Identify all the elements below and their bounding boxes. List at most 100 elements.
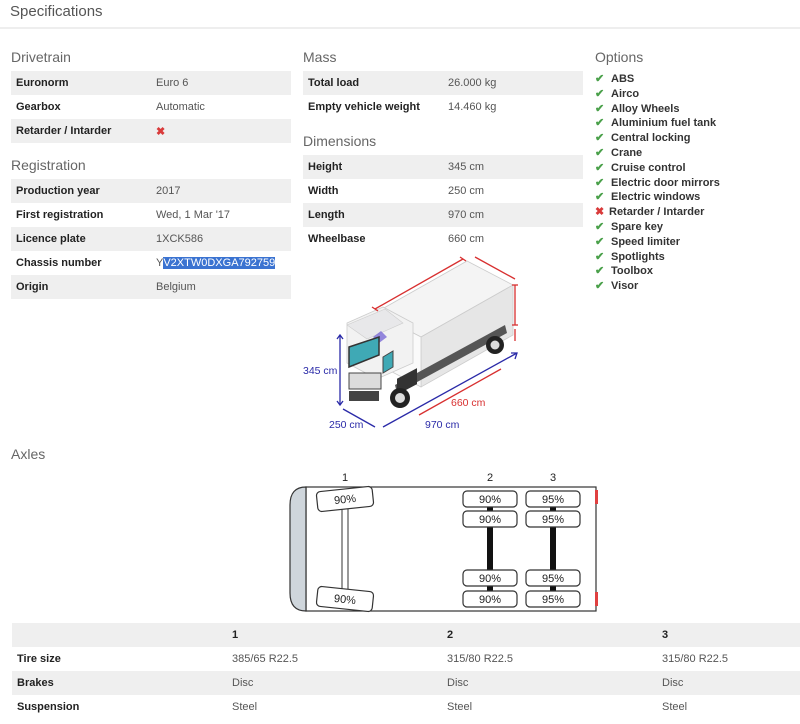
row-value: 970 cm [443,203,583,227]
option-item: ✔ Electric door mirrors [595,176,720,191]
cab-outline [289,486,307,612]
option-item: ✔ Visor [595,279,720,294]
row-label: Height [303,155,443,179]
tire-2-inner-right-label: 90% [479,573,501,585]
option-item: ✔ Crane [595,146,720,161]
cell: Steel [662,701,688,713]
chassis-number-value[interactable]: YV2XTW0DXGA792759 [151,251,291,275]
row-value: 1XCK586 [151,227,291,251]
cross-icon: ✖ [595,206,605,219]
row-label: Chassis number [16,257,102,269]
width-dimension-label: 250 cm [329,419,364,431]
tire-3-outer-right-label: 95% [542,594,564,606]
check-icon: ✔ [595,146,605,159]
rear-light-top [595,490,598,504]
row-label: Licence plate [11,227,151,251]
row-label: Tire size [17,653,61,665]
column-header: 1 [227,623,442,647]
axle-number-2: 2 [487,472,493,484]
drivetrain-table: Euronorm Euro 6 Gearbox Automatic Retard… [11,71,291,143]
row-value: 14.460 kg [448,101,497,113]
option-item: ✔ Toolbox [595,264,720,279]
option-label: Spare key [611,220,663,233]
table-row: First registration Wed, 1 Mar '17 [11,203,291,227]
height-dimension-label: 345 cm [303,365,338,377]
table-row: Suspension Steel Steel Steel [12,695,800,719]
row-value: Automatic [156,101,205,113]
row-value: 345 cm [443,155,583,179]
axle-diagram: 1 2 3 90% 90% 90% 90% 90% 90% 95% 95% 95… [289,472,598,613]
table-row: Width 250 cm [303,179,583,203]
option-label: Central locking [611,132,691,145]
table-row: Empty vehicle weight 14.460 kg [303,95,583,119]
option-label: Alloy Wheels [611,102,680,115]
row-value: 26.000 kg [443,71,583,95]
cell: 315/80 R22.5 [662,653,729,665]
axle-number-3: 3 [550,472,556,484]
row-label: First registration [16,209,104,221]
check-icon: ✔ [595,280,605,293]
row-label: Origin [11,275,151,299]
option-item: ✔ Central locking [595,131,720,146]
registration-table: Production year 2017 First registration … [11,179,291,299]
check-icon: ✔ [595,117,605,130]
table-row: Chassis number YV2XTW0DXGA792759 [11,251,291,275]
drivetrain-title: Drivetrain [11,49,71,65]
row-label: Total load [303,71,443,95]
table-row: Length 970 cm [303,203,583,227]
cell: 315/80 R22.5 [447,653,514,665]
check-icon: ✔ [595,235,605,248]
row-label: Brakes [12,671,227,695]
options-title: Options [595,49,644,65]
option-label: Airco [611,87,640,100]
tire-3-outer-left-label: 95% [542,494,564,506]
option-label: Electric windows [611,191,701,204]
option-label: Cruise control [611,161,686,174]
option-label: Visor [611,280,639,293]
options-list: ✔ ABS ✔ Airco ✔ Alloy Wheels ✔ Aluminium fue… [595,72,720,294]
rear-hub [490,340,500,350]
column-header: 3 [657,623,800,647]
column-header: 2 [442,623,657,647]
mass-table: Total load 26.000 kg Empty vehicle weigh… [303,71,583,119]
cell: Steel [232,701,258,713]
check-icon: ✔ [595,191,605,204]
registration-title: Registration [11,157,86,173]
column-header [12,623,227,647]
option-item: ✔ Electric windows [595,190,720,205]
option-label: Crane [611,146,643,159]
option-label: Toolbox [611,265,653,278]
front-hub [395,393,405,403]
row-value: Wed, 1 Mar '17 [156,209,231,221]
cross-icon: ✖ [156,125,166,138]
check-icon: ✔ [595,102,605,115]
check-icon: ✔ [595,132,605,145]
row-label: Production year [11,179,151,203]
option-item: ✔ Cruise control [595,161,720,176]
row-value: Belgium [151,275,291,299]
table-row: Euronorm Euro 6 [11,71,291,95]
option-label: Retarder / Intarder [609,206,705,219]
table-row: Production year 2017 [11,179,291,203]
option-item: ✔ ABS [595,72,720,87]
table-row: Height 345 cm [303,155,583,179]
option-item: ✔ Aluminium fuel tank [595,116,720,131]
grille [348,372,382,390]
truck-dimensions-diagram: 345 cm 250 cm 970 cm 660 cm [303,256,518,431]
tire-2-outer-left-label: 90% [479,494,501,506]
table-header-row: 1 2 3 [12,623,800,647]
option-item: ✖ Retarder / Intarder [595,205,720,220]
tire-1-left-label: 90% [334,493,357,507]
selected-text[interactable]: V2XTW0DXGA792759 [163,257,276,269]
axles-table: 1 2 3 Tire size 385/65 R22.5 315/80 R22.… [12,623,800,719]
page-title: Specifications [10,3,103,20]
check-icon: ✔ [595,250,605,263]
tire-2-inner-left-label: 90% [479,514,501,526]
option-item: ✔ Airco [595,87,720,102]
axle-number-1: 1 [342,472,348,484]
tire-1-right-label: 90% [333,593,356,607]
row-value: 2017 [151,179,291,203]
check-icon: ✔ [595,87,605,100]
table-row: Tire size 385/65 R22.5 315/80 R22.5 315/… [12,647,800,671]
dimensions-table: Height 345 cm Width 250 cm Length 970 cm… [303,155,583,251]
